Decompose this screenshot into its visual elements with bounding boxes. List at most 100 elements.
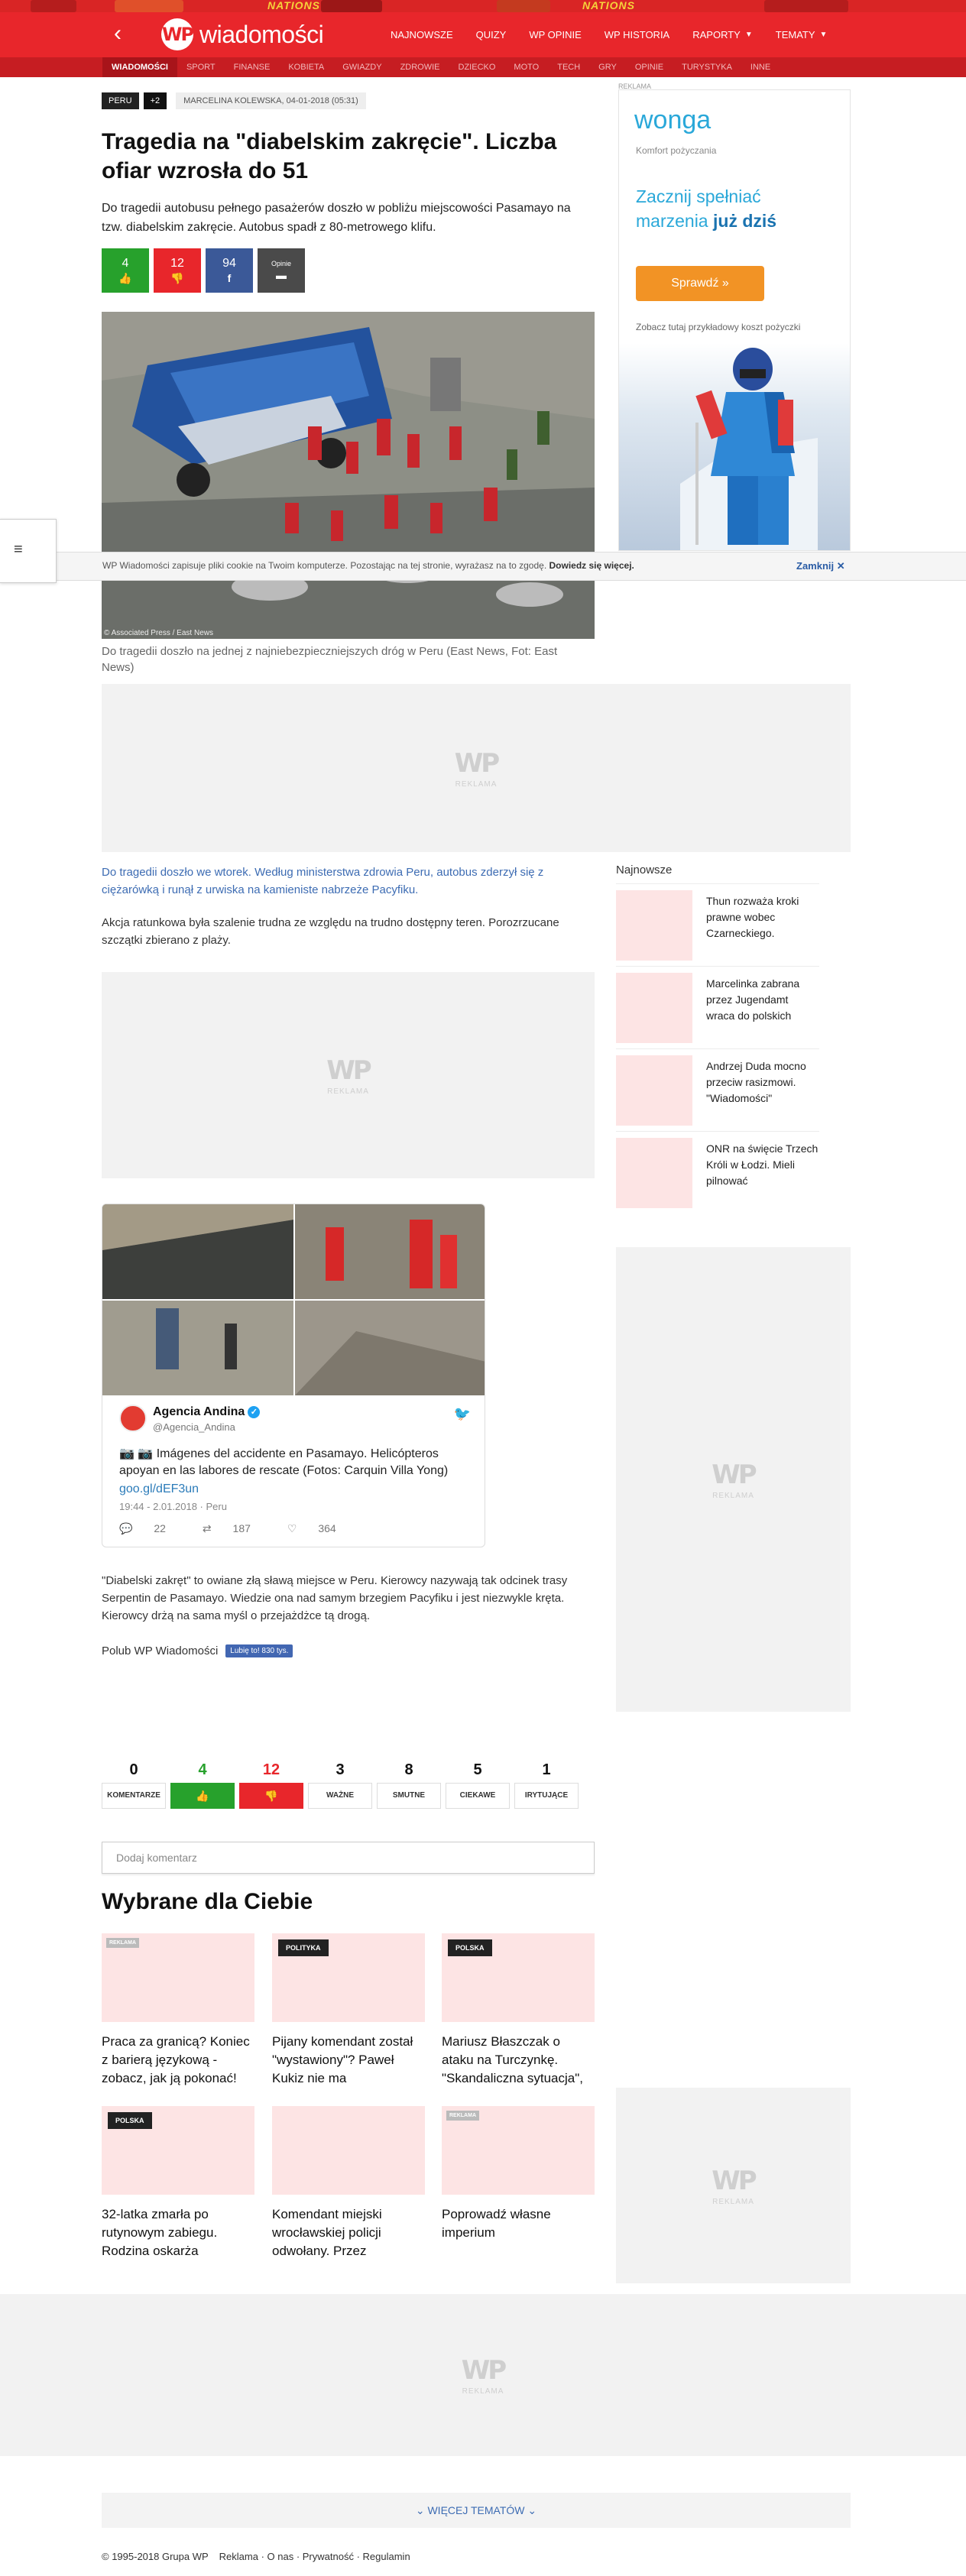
card-title: Komendant miejski wrocławskiej policji o… bbox=[272, 2207, 382, 2258]
category-zdrowie[interactable]: ZDROWIE bbox=[391, 57, 449, 77]
wonga-cta-button[interactable]: Sprawdź » bbox=[636, 266, 764, 301]
latest-news-item[interactable]: Andrzej Duda mocno przeciw rasizmowi. "W… bbox=[616, 1048, 819, 1131]
footer-link-prywatnosc[interactable]: Prywatność bbox=[303, 2551, 354, 2562]
category-dziecko[interactable]: DZIECKO bbox=[449, 57, 505, 77]
comment-input[interactable]: Dodaj komentarz bbox=[102, 1842, 595, 1874]
category-opinie[interactable]: OPINIE bbox=[626, 57, 673, 77]
reaction-comments[interactable]: 0 KOMENTARZE bbox=[102, 1761, 166, 1809]
site-logo[interactable]: WP wiadomości bbox=[161, 18, 324, 50]
footer-link-o-nas[interactable]: O nas bbox=[267, 2551, 294, 2562]
tweet-handle[interactable]: @Agencia_Andina bbox=[153, 1421, 235, 1433]
news-title: Andrzej Duda mocno przeciw rasizmowi. "W… bbox=[706, 1060, 806, 1104]
ad-label: REKLAMA bbox=[712, 2197, 754, 2206]
site-name: wiadomości bbox=[199, 20, 324, 48]
reaction-smutne[interactable]: 8 SMUTNE bbox=[377, 1761, 441, 1809]
nav-raporty[interactable]: RAPORTY ▼ bbox=[681, 12, 764, 57]
ad-label: REKLAMA bbox=[455, 779, 498, 789]
tweet-author[interactable]: Agencia Andina ✓ bbox=[153, 1405, 261, 1419]
card-title: Mariusz Błaszczak o ataku na Turczynkę. … bbox=[442, 2034, 583, 2085]
tweet-photo[interactable] bbox=[102, 1204, 293, 1299]
tweet-link[interactable]: goo.gl/dEF3un bbox=[119, 1482, 199, 1496]
side-menu-handle[interactable]: ≡ bbox=[0, 519, 57, 583]
reply-count: 22 bbox=[154, 1522, 166, 1534]
category-kobieta[interactable]: KOBIETA bbox=[279, 57, 333, 77]
banner-decoration bbox=[115, 0, 183, 12]
recommended-card[interactable]: REKLAMA Praca za granicą? Koniec z barier… bbox=[102, 1933, 254, 2088]
ad-slot-inline[interactable]: WP REKLAMA bbox=[102, 972, 595, 1178]
category-moto[interactable]: MOTO bbox=[504, 57, 548, 77]
recommended-card[interactable]: POLSKA Mariusz Błaszczak o ataku na Turcz… bbox=[442, 1933, 595, 2088]
tweet-photo[interactable] bbox=[295, 1301, 485, 1395]
nav-tematy[interactable]: TEMATY ▼ bbox=[764, 12, 839, 57]
latest-news-item[interactable]: Thun rozważa kroki prawne wobec Czarneck… bbox=[616, 883, 819, 966]
opinion-button[interactable]: Opinie ▬ bbox=[258, 248, 305, 293]
footer-link-regulamin[interactable]: Regulamin bbox=[363, 2551, 410, 2562]
cookie-close-button[interactable]: Zamknij ✕ bbox=[796, 560, 845, 572]
recommended-card[interactable]: POLITYKA Pijany komendant został "wystawi… bbox=[272, 1933, 425, 2088]
nav-quizy[interactable]: QUIZY bbox=[465, 12, 518, 57]
share-buttons: 4 👍 12 👎 94 f Opinie ▬ bbox=[102, 248, 310, 293]
reaction-thumbs-up[interactable]: 4 👍 bbox=[170, 1761, 235, 1809]
nav-tematy-label: TEMATY bbox=[775, 29, 815, 41]
recommended-card[interactable]: Komendant miejski wrocławskiej policji o… bbox=[272, 2106, 425, 2260]
cookie-more-link[interactable]: Dowiedz się więcej. bbox=[549, 560, 634, 571]
latest-news-item[interactable]: ONR na święcie Trzech Króli w Łodzi. Mie… bbox=[616, 1131, 819, 1213]
facebook-like-button[interactable]: Lubię to! 830 tys. bbox=[225, 1644, 293, 1657]
latest-news-item[interactable]: Marcelinka zabrana przez Jugendamt wraca… bbox=[616, 966, 819, 1048]
ad-slot-sidebar-2[interactable]: WP REKLAMA bbox=[616, 2088, 851, 2283]
more-topics-button[interactable]: ⌄ WIĘCEJ TEMATÓW ⌄ bbox=[102, 2493, 851, 2528]
reaction-count: 4 bbox=[198, 1761, 207, 1778]
retweet-count: 187 bbox=[232, 1522, 251, 1534]
recommended-card[interactable]: REKLAMA Poprowadź własne imperium bbox=[442, 2106, 595, 2242]
tweet-photo[interactable] bbox=[102, 1301, 293, 1395]
nav-wp-historia[interactable]: WP HISTORIA bbox=[593, 12, 681, 57]
reaction-thumbs-down[interactable]: 12 👎 bbox=[239, 1761, 303, 1809]
card-label: POLSKA bbox=[108, 2112, 152, 2129]
category-tech[interactable]: TECH bbox=[548, 57, 589, 77]
ad-slot-footer[interactable]: WP REKLAMA bbox=[0, 2294, 966, 2456]
category-sport[interactable]: SPORT bbox=[177, 57, 225, 77]
facebook-share-button[interactable]: 94 f bbox=[206, 248, 253, 293]
ad-label: REKLAMA bbox=[327, 1087, 369, 1096]
tag-peru[interactable]: PERU bbox=[102, 92, 139, 109]
footer-link-reklama[interactable]: Reklama bbox=[219, 2551, 258, 2562]
wp-ad-logo-icon: WP bbox=[712, 1459, 757, 1490]
reaction-irytujace[interactable]: 1 IRYTUJĄCE bbox=[514, 1761, 579, 1809]
twitter-bird-icon[interactable]: 🐦 bbox=[454, 1406, 471, 1422]
thumbs-down-button[interactable]: 12 👎 bbox=[154, 248, 201, 293]
category-inne[interactable]: INNE bbox=[741, 57, 780, 77]
embedded-tweet[interactable]: Agencia Andina ✓ @Agencia_Andina 🐦 📷 📷 Im… bbox=[102, 1204, 485, 1547]
tweet-avatar[interactable] bbox=[119, 1405, 147, 1432]
skier-illustration bbox=[680, 348, 818, 550]
wp-ad-logo-icon: WP bbox=[454, 747, 500, 779]
article-lead: Do tragedii autobusu pełnego pasażerów d… bbox=[102, 202, 571, 234]
reaction-ciekawe[interactable]: 5 CIEKAWE bbox=[446, 1761, 510, 1809]
reaction-wazne[interactable]: 3 WAŻNE bbox=[308, 1761, 372, 1809]
category-wiadomosci[interactable]: WIADOMOŚCI bbox=[102, 57, 177, 77]
nav-najnowsze[interactable]: NAJNOWSZE bbox=[379, 12, 465, 57]
nav-wp-opinie[interactable]: WP OPINIE bbox=[517, 12, 592, 57]
tweet-photo-grid[interactable] bbox=[102, 1204, 485, 1395]
thumbs-up-button[interactable]: 4 👍 bbox=[102, 248, 149, 293]
recommended-card[interactable]: POLSKA 32-latka zmarła po rutynowym zabie… bbox=[102, 2106, 254, 2260]
back-arrow-icon[interactable]: ‹ bbox=[114, 22, 137, 46]
tweet-time[interactable]: 19:44 - 2.01.2018 · Peru bbox=[119, 1501, 227, 1512]
category-gry[interactable]: GRY bbox=[589, 57, 626, 77]
category-gwiazdy[interactable]: GWIAZDY bbox=[333, 57, 391, 77]
wonga-ad[interactable]: wonga Komfort pożyczania Zacznij spełnia… bbox=[618, 89, 851, 551]
category-finanse[interactable]: FINANSE bbox=[225, 57, 280, 77]
tweet-photo[interactable] bbox=[295, 1204, 485, 1299]
category-turystyka[interactable]: TURYSTYKA bbox=[673, 57, 741, 77]
news-thumbnail bbox=[616, 1055, 692, 1126]
tweet-like-button[interactable]: ♡ 364 bbox=[287, 1522, 355, 1535]
banner-text: NATIONS bbox=[582, 0, 635, 11]
tweet-reply-button[interactable]: 💬 22 bbox=[119, 1522, 184, 1535]
tag-more[interactable]: +2 bbox=[143, 92, 167, 109]
thumbs-down-icon: 👎 bbox=[239, 1783, 303, 1809]
ad-slot-billboard[interactable]: WP REKLAMA bbox=[102, 684, 851, 852]
menu-icon: ≡ bbox=[14, 541, 23, 558]
ad-slot-sidebar[interactable]: WP REKLAMA bbox=[616, 1247, 851, 1712]
news-title: Marcelinka zabrana przez Jugendamt wraca… bbox=[706, 977, 800, 1022]
card-thumbnail bbox=[272, 2106, 425, 2195]
tweet-retweet-button[interactable]: ⇄ 187 bbox=[203, 1522, 269, 1535]
